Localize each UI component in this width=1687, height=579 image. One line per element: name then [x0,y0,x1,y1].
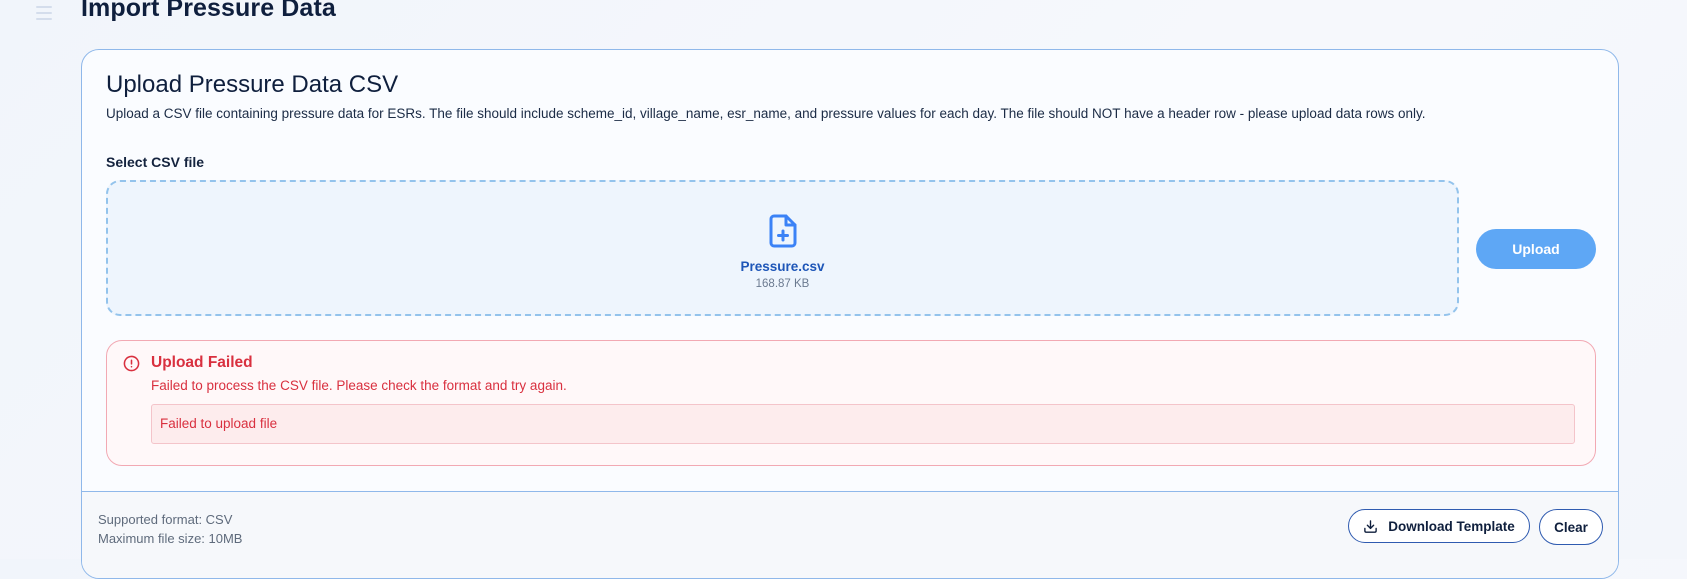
download-template-button[interactable]: Download Template [1348,509,1530,543]
download-icon [1364,519,1378,533]
menu-icon[interactable] [36,4,52,22]
supported-format-text: Supported format: CSV [98,512,233,527]
download-template-label: Download Template [1388,518,1515,534]
field-label: Select CSV file [106,154,205,170]
page-title: Import Pressure Data [81,0,336,22]
max-file-size-text: Maximum file size: 10MB [98,531,243,546]
error-message: Failed to process the CSV file. Please c… [151,378,567,393]
card-title: Upload Pressure Data CSV [106,71,399,98]
file-plus-icon [769,214,796,247]
error-alert: Upload Failed Failed to process the CSV … [106,340,1596,466]
clear-button[interactable]: Clear [1539,509,1603,545]
file-dropzone[interactable]: Pressure.csv 168.87 KB [106,180,1459,316]
upload-button[interactable]: Upload [1476,229,1596,269]
upload-card: Upload Pressure Data CSV Upload a CSV fi… [81,49,1619,579]
file-name: Pressure.csv [740,258,825,274]
file-size: 168.87 KB [755,277,810,290]
error-title: Upload Failed [151,354,253,371]
alert-circle-icon [123,355,140,372]
error-detail: Failed to upload file [151,404,1575,444]
footer-info: Supported format: CSV Maximum file size:… [98,510,242,548]
card-footer: Supported format: CSV Maximum file size:… [82,491,1618,578]
card-description: Upload a CSV file containing pressure da… [106,106,1426,121]
